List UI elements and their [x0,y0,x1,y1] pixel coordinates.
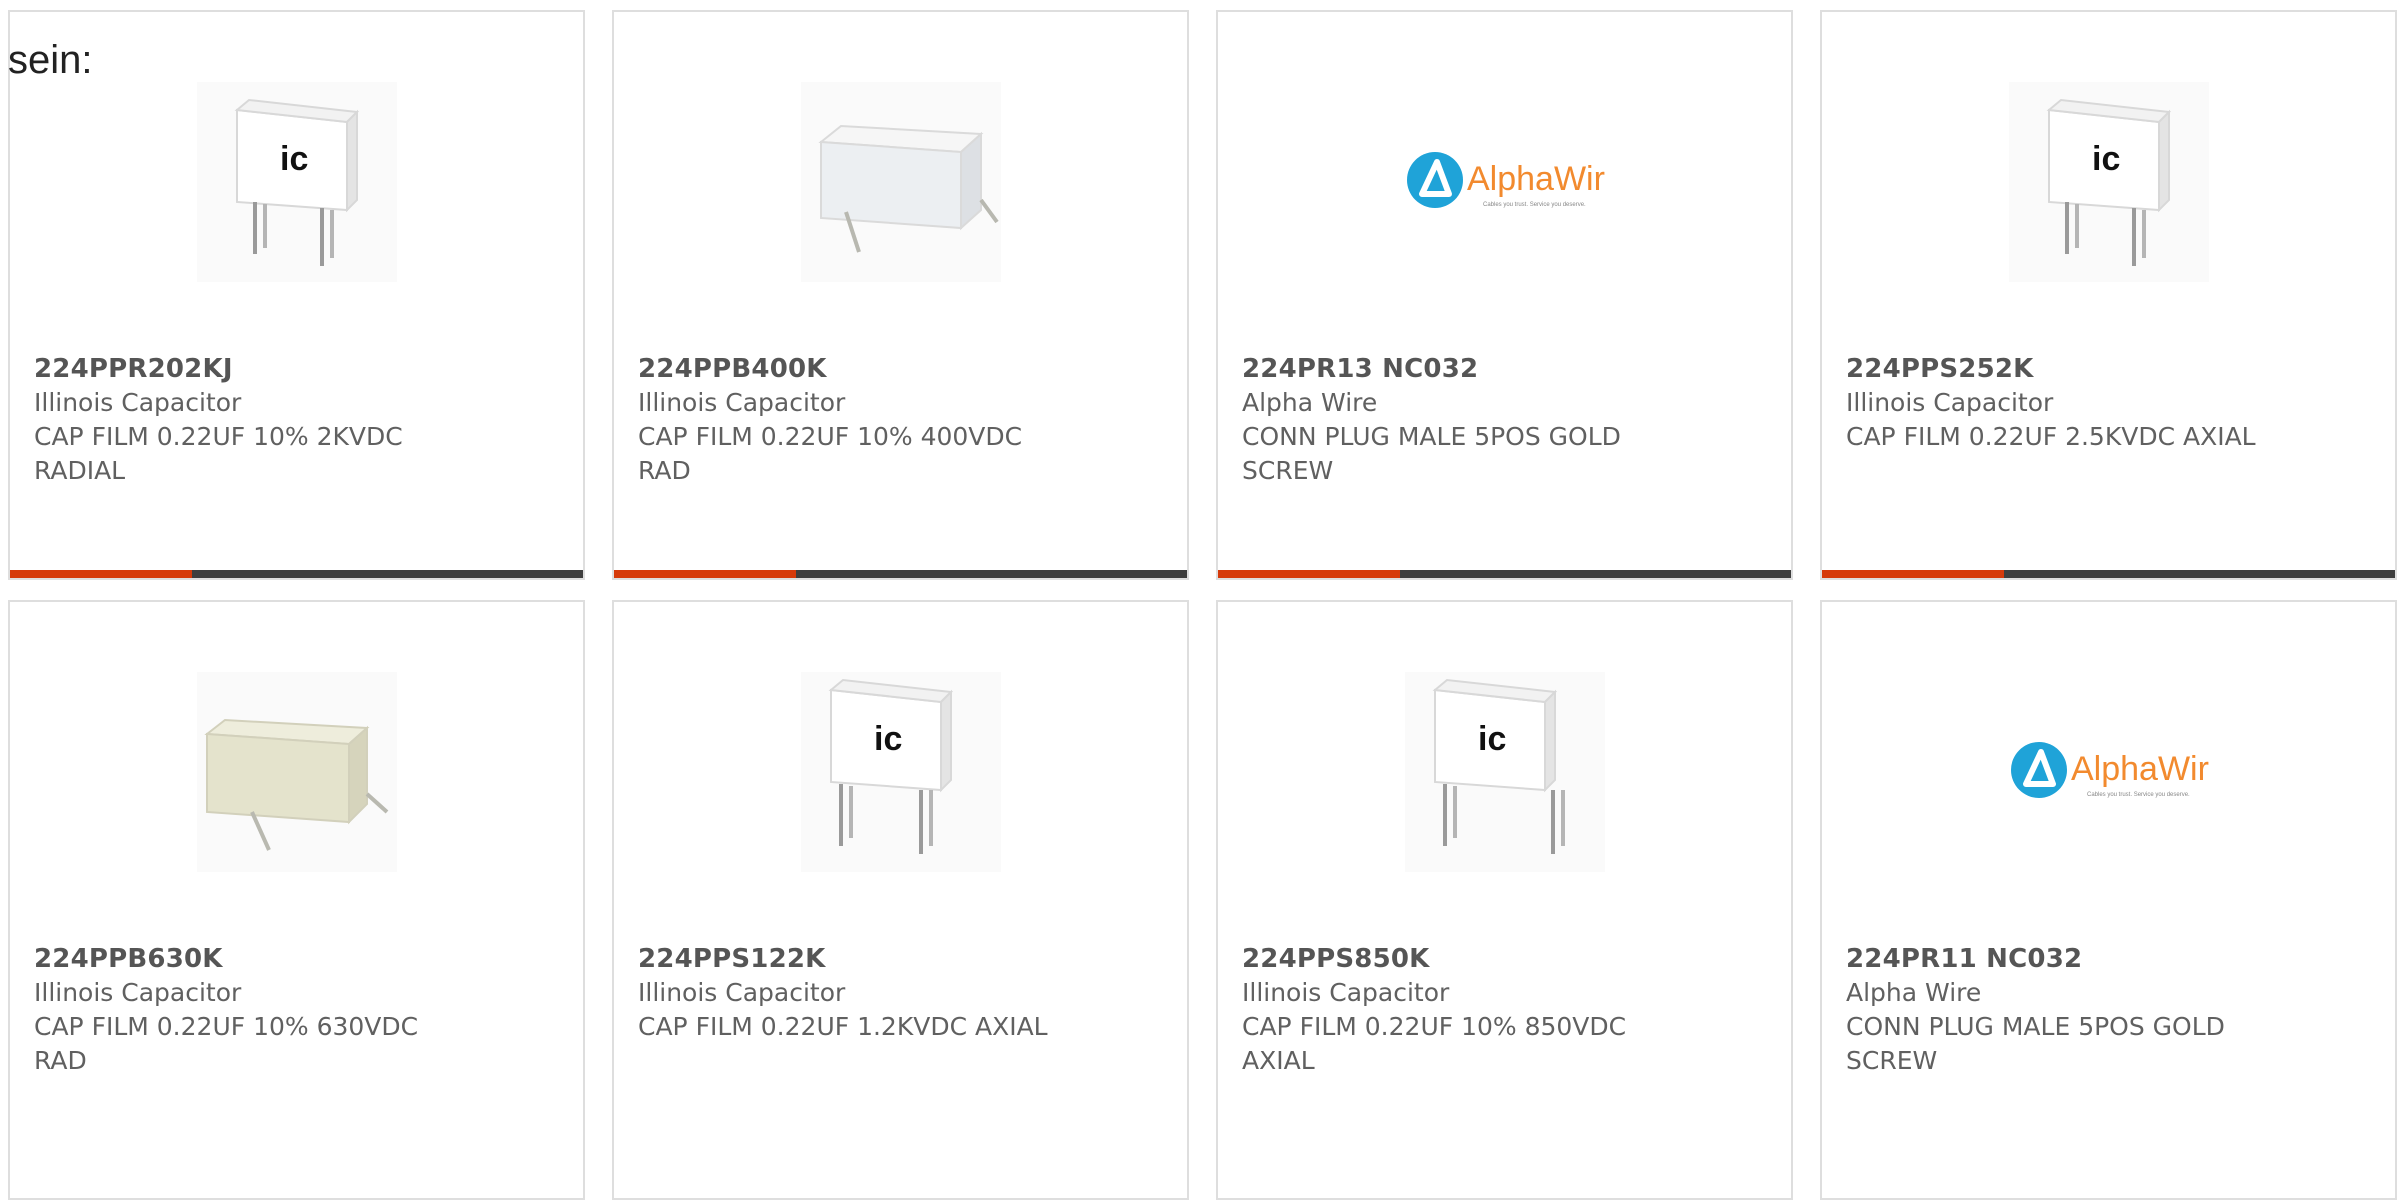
card-accent-bar [614,570,796,578]
card-bottom-bar [1218,570,1791,578]
product-info: 224PPB630K Illinois Capacitor CAP FILM 0… [34,942,563,1078]
capacitor-beige-box-icon [196,672,397,872]
card-bottom-bar [614,570,1187,578]
product-grid: ic 224PPR202KJ Illinois Capacitor CAP FI… [0,0,2400,1200]
product-manufacturer: Illinois Capacitor [34,388,242,417]
svg-text:ic: ic [280,140,308,178]
product-info: 224PR13 NC032 Alpha Wire CONN PLUG MALE … [1242,352,1771,488]
product-description-cont: SCREW [1846,1046,1938,1075]
capacitor-white-box-icon [800,82,1001,282]
product-part-number[interactable]: 224PPB400K [638,352,1167,386]
product-card[interactable]: AlphaWire Cables you trust. Service you … [1820,600,2397,1200]
product-description: CONN PLUG MALE 5POS GOLD [1242,422,1621,451]
product-part-number[interactable]: 224PPR202KJ [34,352,563,386]
product-manufacturer: Illinois Capacitor [638,388,846,417]
card-accent-bar [10,570,192,578]
product-description-cont: RADIAL [34,456,126,485]
alphawire-logo: AlphaWire Cables you trust. Service you … [1404,82,1605,282]
product-description: CAP FILM 0.22UF 10% 2KVDC [34,422,403,451]
capacitor-ic-radial-icon: ic [196,82,397,282]
logo-tagline: Cables you trust. Service you deserve. [2087,792,2190,798]
capacitor-ic-radial-icon: ic [1404,672,1605,872]
product-part-number[interactable]: 224PR11 NC032 [1846,942,2375,976]
alphawire-logo: AlphaWire Cables you trust. Service you … [2008,672,2209,872]
card-accent-bar [1822,570,2004,578]
product-description-cont: SCREW [1242,456,1334,485]
capacitor-ic-radial-icon: ic [800,672,1001,872]
product-description-cont: AXIAL [1242,1046,1315,1075]
product-info: 224PPS252K Illinois Capacitor CAP FILM 0… [1846,352,2375,454]
card-bottom-bar [10,570,583,578]
product-description: CAP FILM 0.22UF 2.5KVDC AXIAL [1846,422,2256,451]
product-description-cont: RAD [34,1046,87,1075]
svg-text:ic: ic [2092,140,2120,178]
product-description: CONN PLUG MALE 5POS GOLD [1846,1012,2225,1041]
product-info: 224PPB400K Illinois Capacitor CAP FILM 0… [638,352,1167,488]
svg-text:ic: ic [874,720,902,758]
product-manufacturer: Illinois Capacitor [34,978,242,1007]
logo-text: AlphaWire [2071,750,2209,788]
product-part-number[interactable]: 224PPS122K [638,942,1167,976]
product-part-number[interactable]: 224PPB630K [34,942,563,976]
product-card[interactable]: AlphaWire Cables you trust. Service you … [1216,10,1793,580]
product-card[interactable]: ic 224PPS252K Illinois Capacitor CAP FIL… [1820,10,2397,580]
product-card[interactable]: ic 224PPR202KJ Illinois Capacitor CAP FI… [8,10,585,580]
product-manufacturer: Illinois Capacitor [1242,978,1450,1007]
product-card[interactable]: 224PPB400K Illinois Capacitor CAP FILM 0… [612,10,1189,580]
product-card[interactable]: ic 224PPS122K Illinois Capacitor CAP FIL… [612,600,1189,1200]
product-info: 224PPS850K Illinois Capacitor CAP FILM 0… [1242,942,1771,1078]
logo-tagline: Cables you trust. Service you deserve. [1483,202,1586,208]
product-info: 224PPR202KJ Illinois Capacitor CAP FILM … [34,352,563,488]
product-card[interactable]: ic 224PPS850K Illinois Capacitor CAP FIL… [1216,600,1793,1200]
product-manufacturer: Illinois Capacitor [638,978,846,1007]
overlay-text: sein: [8,38,93,82]
logo-text: AlphaWire [1467,160,1605,198]
product-part-number[interactable]: 224PPS850K [1242,942,1771,976]
product-info: 224PPS122K Illinois Capacitor CAP FILM 0… [638,942,1167,1044]
product-manufacturer: Alpha Wire [1242,388,1378,417]
product-part-number[interactable]: 224PPS252K [1846,352,2375,386]
product-description: CAP FILM 0.22UF 10% 630VDC [34,1012,419,1041]
card-accent-bar [1218,570,1400,578]
product-description: CAP FILM 0.22UF 1.2KVDC AXIAL [638,1012,1048,1041]
product-part-number[interactable]: 224PR13 NC032 [1242,352,1771,386]
product-description: CAP FILM 0.22UF 10% 850VDC [1242,1012,1627,1041]
product-manufacturer: Alpha Wire [1846,978,1982,1007]
product-info: 224PR11 NC032 Alpha Wire CONN PLUG MALE … [1846,942,2375,1078]
product-description: CAP FILM 0.22UF 10% 400VDC [638,422,1023,451]
product-card[interactable]: 224PPB630K Illinois Capacitor CAP FILM 0… [8,600,585,1200]
card-bottom-bar [1822,570,2395,578]
svg-text:ic: ic [1478,720,1506,758]
capacitor-ic-radial-icon: ic [2008,82,2209,282]
product-description-cont: RAD [638,456,691,485]
product-manufacturer: Illinois Capacitor [1846,388,2054,417]
